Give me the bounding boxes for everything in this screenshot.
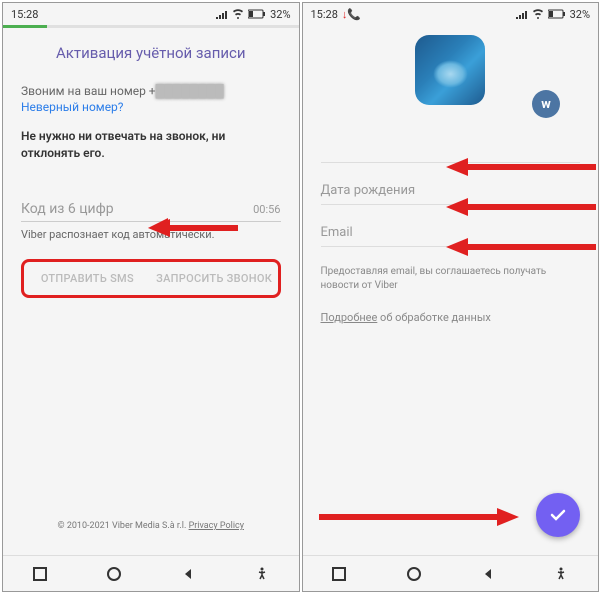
wifi-icon (532, 9, 544, 19)
nav-accessibility-icon[interactable] (554, 567, 568, 581)
vk-badge-icon[interactable]: w (532, 90, 560, 118)
calling-text: Звоним на ваш номер + (21, 84, 156, 98)
avatar-image[interactable] (415, 35, 485, 105)
nav-back-icon[interactable] (181, 567, 195, 581)
phone-left-activation: 15:28 32% Активация учётной записи Звони… (2, 2, 300, 592)
nav-accessibility-icon[interactable] (255, 567, 269, 581)
instruction-text: Не нужно ни отвечать на звонок, ни откло… (21, 128, 281, 162)
signal-icon (516, 9, 528, 19)
code-input[interactable]: Код из 6 цифр (21, 201, 114, 217)
avatar-section: w (321, 35, 581, 105)
nav-home-icon[interactable] (406, 566, 422, 582)
annotation-arrow-birthday (446, 195, 596, 219)
phone-right-profile: 15:28↓📞 32% w Дата рождения Email Предос… (302, 2, 600, 592)
status-bar: 15:28↓📞 32% (303, 3, 599, 25)
nav-recent-icon[interactable] (332, 567, 346, 581)
wifi-icon (232, 9, 244, 19)
confirm-fab-button[interactable] (536, 493, 580, 537)
battery-percent: 32% (570, 8, 590, 21)
battery-icon (548, 9, 566, 19)
android-nav-bar (3, 555, 299, 591)
nav-back-icon[interactable] (481, 567, 495, 581)
android-nav-bar (303, 555, 599, 591)
battery-percent: 32% (270, 8, 290, 21)
status-icons: 32% (216, 8, 290, 21)
annotation-arrow-name (446, 155, 596, 179)
more-link-label[interactable]: Подробнее (321, 311, 378, 324)
progress-fill (3, 25, 47, 28)
data-processing-link[interactable]: Подробнее об обработке данных (321, 311, 581, 324)
status-time: 15:28↓📞 (311, 8, 362, 21)
annotation-arrow-code (148, 216, 238, 240)
nav-recent-icon[interactable] (33, 567, 47, 581)
email-consent-text: Предоставляя email, вы соглашаетесь полу… (321, 265, 581, 293)
footer-copyright: © 2010-2021 Viber Media S.à r.l. Privacy… (21, 521, 281, 531)
status-icons: 32% (516, 8, 590, 21)
more-link-rest: об обработке данных (377, 311, 491, 324)
checkmark-icon (548, 505, 568, 525)
status-time: 15:28 (11, 8, 38, 21)
progress-bar (3, 25, 299, 28)
annotation-arrow-fab (319, 505, 519, 529)
nav-home-icon[interactable] (106, 566, 122, 582)
copyright-text: © 2010-2021 Viber Media S.à r.l. (58, 521, 187, 531)
page-title: Активация учётной записи (21, 44, 281, 62)
privacy-policy-link[interactable]: Privacy Policy (189, 521, 244, 531)
signal-icon (216, 9, 228, 19)
action-buttons-highlighted: ОТПРАВИТЬ SMS ЗАПРОСИТЬ ЗВОНОК (21, 259, 281, 298)
request-call-button[interactable]: ЗАПРОСИТЬ ЗВОНОК (151, 272, 278, 285)
battery-icon (248, 9, 266, 19)
phone-number-masked: ████████ (156, 84, 224, 98)
countdown-timer: 00:56 (253, 203, 280, 216)
wrong-number-link[interactable]: Неверный номер? (21, 100, 281, 114)
call-indicator-icon: ↓📞 (342, 8, 361, 21)
annotation-arrow-email (446, 235, 596, 259)
send-sms-button[interactable]: ОТПРАВИТЬ SMS (24, 272, 151, 285)
status-bar: 15:28 32% (3, 3, 299, 25)
